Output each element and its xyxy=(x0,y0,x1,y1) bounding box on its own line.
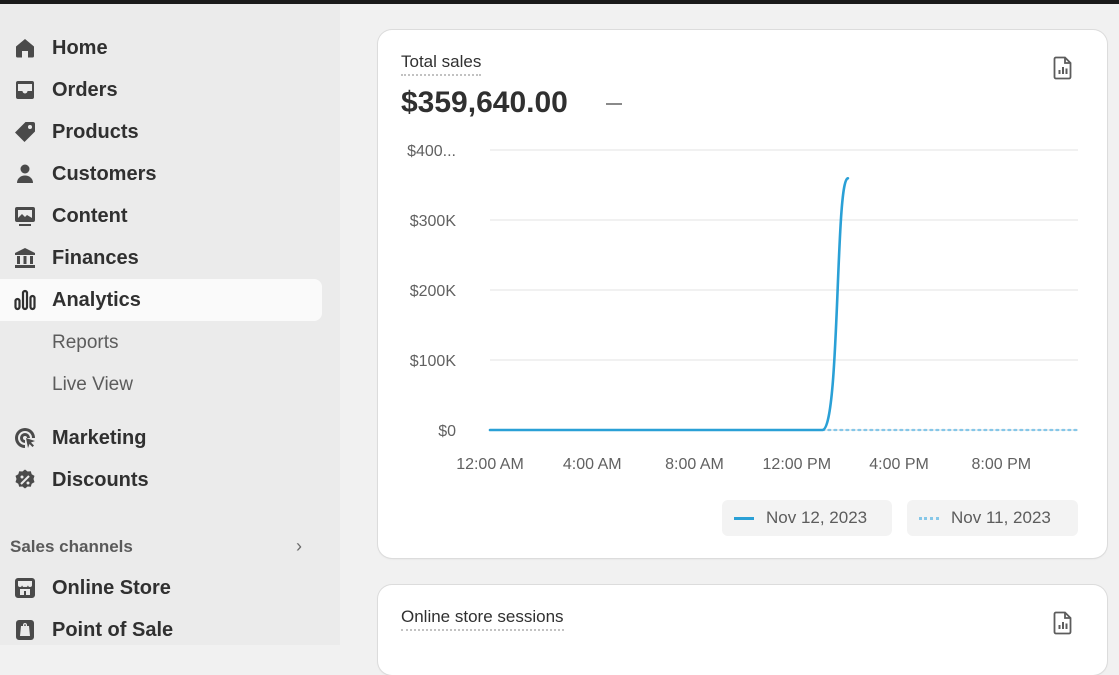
sidebar-item-home[interactable]: Home xyxy=(0,27,322,69)
sidebar-item-label: Customers xyxy=(52,162,157,185)
y-tick-label: $0 xyxy=(438,423,456,440)
y-tick-label: $100K xyxy=(410,353,457,370)
sidebar-item-finances[interactable]: Finances xyxy=(0,237,322,279)
sidebar-item-customers[interactable]: Customers xyxy=(0,153,322,195)
sales-line-chart: $0 $100K $200K $300K $400... 12:00 AM 4:00 AM 8… xyxy=(407,143,1080,473)
sidebar-item-label: Products xyxy=(52,120,139,143)
home-icon xyxy=(12,35,38,61)
sidebar-subitem-live-view[interactable]: Live View xyxy=(52,374,133,396)
legend-label: Nov 11, 2023 xyxy=(951,508,1051,527)
discount-icon xyxy=(12,467,38,493)
x-tick-label: 8:00 PM xyxy=(972,456,1032,473)
sidebar-item-online-store[interactable]: Online Store xyxy=(0,567,322,609)
sidebar-item-products[interactable]: Products xyxy=(0,111,322,153)
online-store-sessions-card: Online store sessions xyxy=(378,585,1107,675)
sidebar-item-label: Point of Sale xyxy=(52,618,174,641)
sidebar-item-label: Finances xyxy=(52,246,139,269)
sidebar-item-analytics[interactable]: Analytics xyxy=(0,279,322,321)
sidebar-item-content[interactable]: Content xyxy=(0,195,322,237)
x-tick-label: 4:00 PM xyxy=(869,456,929,473)
store-icon xyxy=(12,575,38,601)
target-icon xyxy=(12,425,38,451)
y-tick-label: $400... xyxy=(407,143,456,160)
sidebar-item-label: Discounts xyxy=(52,468,149,491)
legend-label: Nov 12, 2023 xyxy=(766,508,868,527)
legend-item-current[interactable]: Nov 12, 2023 xyxy=(722,500,892,536)
x-tick-label: 8:00 AM xyxy=(665,456,724,473)
pos-icon xyxy=(12,617,38,643)
card-title[interactable]: Online store sessions xyxy=(401,607,564,631)
sidebar-subitem-reports[interactable]: Reports xyxy=(52,332,119,354)
report-icon[interactable] xyxy=(1052,611,1074,635)
sidebar-item-label: Content xyxy=(52,204,128,227)
legend-item-previous[interactable]: Nov 11, 2023 xyxy=(907,500,1078,536)
tag-icon xyxy=(12,119,38,145)
x-tick-label: 12:00 AM xyxy=(456,456,524,473)
sidebar: Home Orders Products Customers Content F… xyxy=(0,4,340,645)
inbox-icon xyxy=(12,77,38,103)
sales-channels-heading: Sales channels xyxy=(10,537,133,556)
bar-chart-icon xyxy=(12,287,38,313)
sidebar-item-marketing[interactable]: Marketing xyxy=(0,417,322,459)
y-tick-label: $300K xyxy=(410,213,457,230)
sidebar-item-label: Orders xyxy=(52,78,118,101)
legend-solid-swatch xyxy=(734,516,754,520)
sidebar-item-discounts[interactable]: Discounts xyxy=(0,459,322,501)
sidebar-item-orders[interactable]: Orders xyxy=(0,69,322,111)
chevron-right-icon[interactable]: › xyxy=(296,536,302,557)
image-icon xyxy=(12,203,38,229)
x-tick-label: 12:00 PM xyxy=(763,456,831,473)
x-tick-label: 4:00 AM xyxy=(563,456,622,473)
sidebar-item-label: Marketing xyxy=(52,426,147,449)
sidebar-item-label: Online Store xyxy=(52,576,171,599)
bank-icon xyxy=(12,245,38,271)
series-line-current xyxy=(488,176,850,432)
total-sales-card: Total sales $359,640.00 $0 $100K $200K $300… xyxy=(378,30,1107,558)
y-tick-label: $200K xyxy=(410,283,457,300)
sidebar-item-label: Analytics xyxy=(52,288,141,311)
sidebar-item-label: Home xyxy=(52,36,108,59)
person-icon xyxy=(12,161,38,187)
legend-dotted-swatch xyxy=(919,516,939,520)
